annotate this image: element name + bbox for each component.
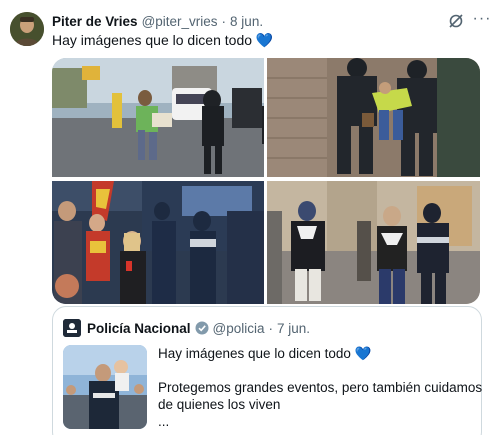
separator-dot: · [221,13,227,29]
quoted-tweet[interactable]: Policía Nacional @policia · 7 jun. Hay i… [52,306,482,435]
photo-2[interactable] [267,58,480,177]
blue-heart-emoji: 💙 [255,32,274,48]
tweet-header: Piter de Vries @piter_vries · 8 jun. [52,12,494,30]
tweet-text-content: Hay imágenes que lo dicen todo [52,32,253,48]
author-handle[interactable]: @piter_vries [142,14,218,29]
tweet-text: Hay imágenes que lo dicen todo 💙 [52,32,273,49]
grok-icon[interactable] [448,13,464,29]
quoted-line-3: de quienes los viven [158,397,281,412]
quoted-blank-line [158,362,478,379]
quoted-header: Policía Nacional @policia · 7 jun. [87,319,310,337]
quoted-line-1-text: Hay imágenes que lo dicen todo [158,346,351,361]
quoted-line-4: ... [158,414,170,429]
quoted-handle[interactable]: @policia [213,321,265,336]
photo-3[interactable] [52,181,264,304]
blue-heart-emoji: 💙 [354,346,372,361]
photo-4[interactable] [267,181,480,304]
quoted-photo[interactable] [63,345,147,429]
photo-1[interactable] [52,58,264,177]
tweet[interactable]: Piter de Vries @piter_vries · 8 jun. ···… [0,0,504,435]
quoted-author-name[interactable]: Policía Nacional [87,321,191,336]
media-grid [52,58,480,304]
avatar[interactable] [10,12,44,46]
author-name[interactable]: Piter de Vries [52,14,138,29]
quoted-line-1: Hay imágenes que lo dicen todo 💙 [158,345,478,362]
quoted-text: Hay imágenes que lo dicen todo 💙 Protege… [158,345,483,430]
separator-dot: · [268,320,274,336]
verified-badge-icon [195,321,209,335]
more-options-icon[interactable]: ··· [472,11,492,30]
quoted-date[interactable]: 7 jun. [277,321,310,336]
tweet-date[interactable]: 8 jun. [230,14,263,29]
quoted-line-2: Protegemos grandes eventos, pero también… [158,380,483,395]
policia-logo [63,319,81,337]
